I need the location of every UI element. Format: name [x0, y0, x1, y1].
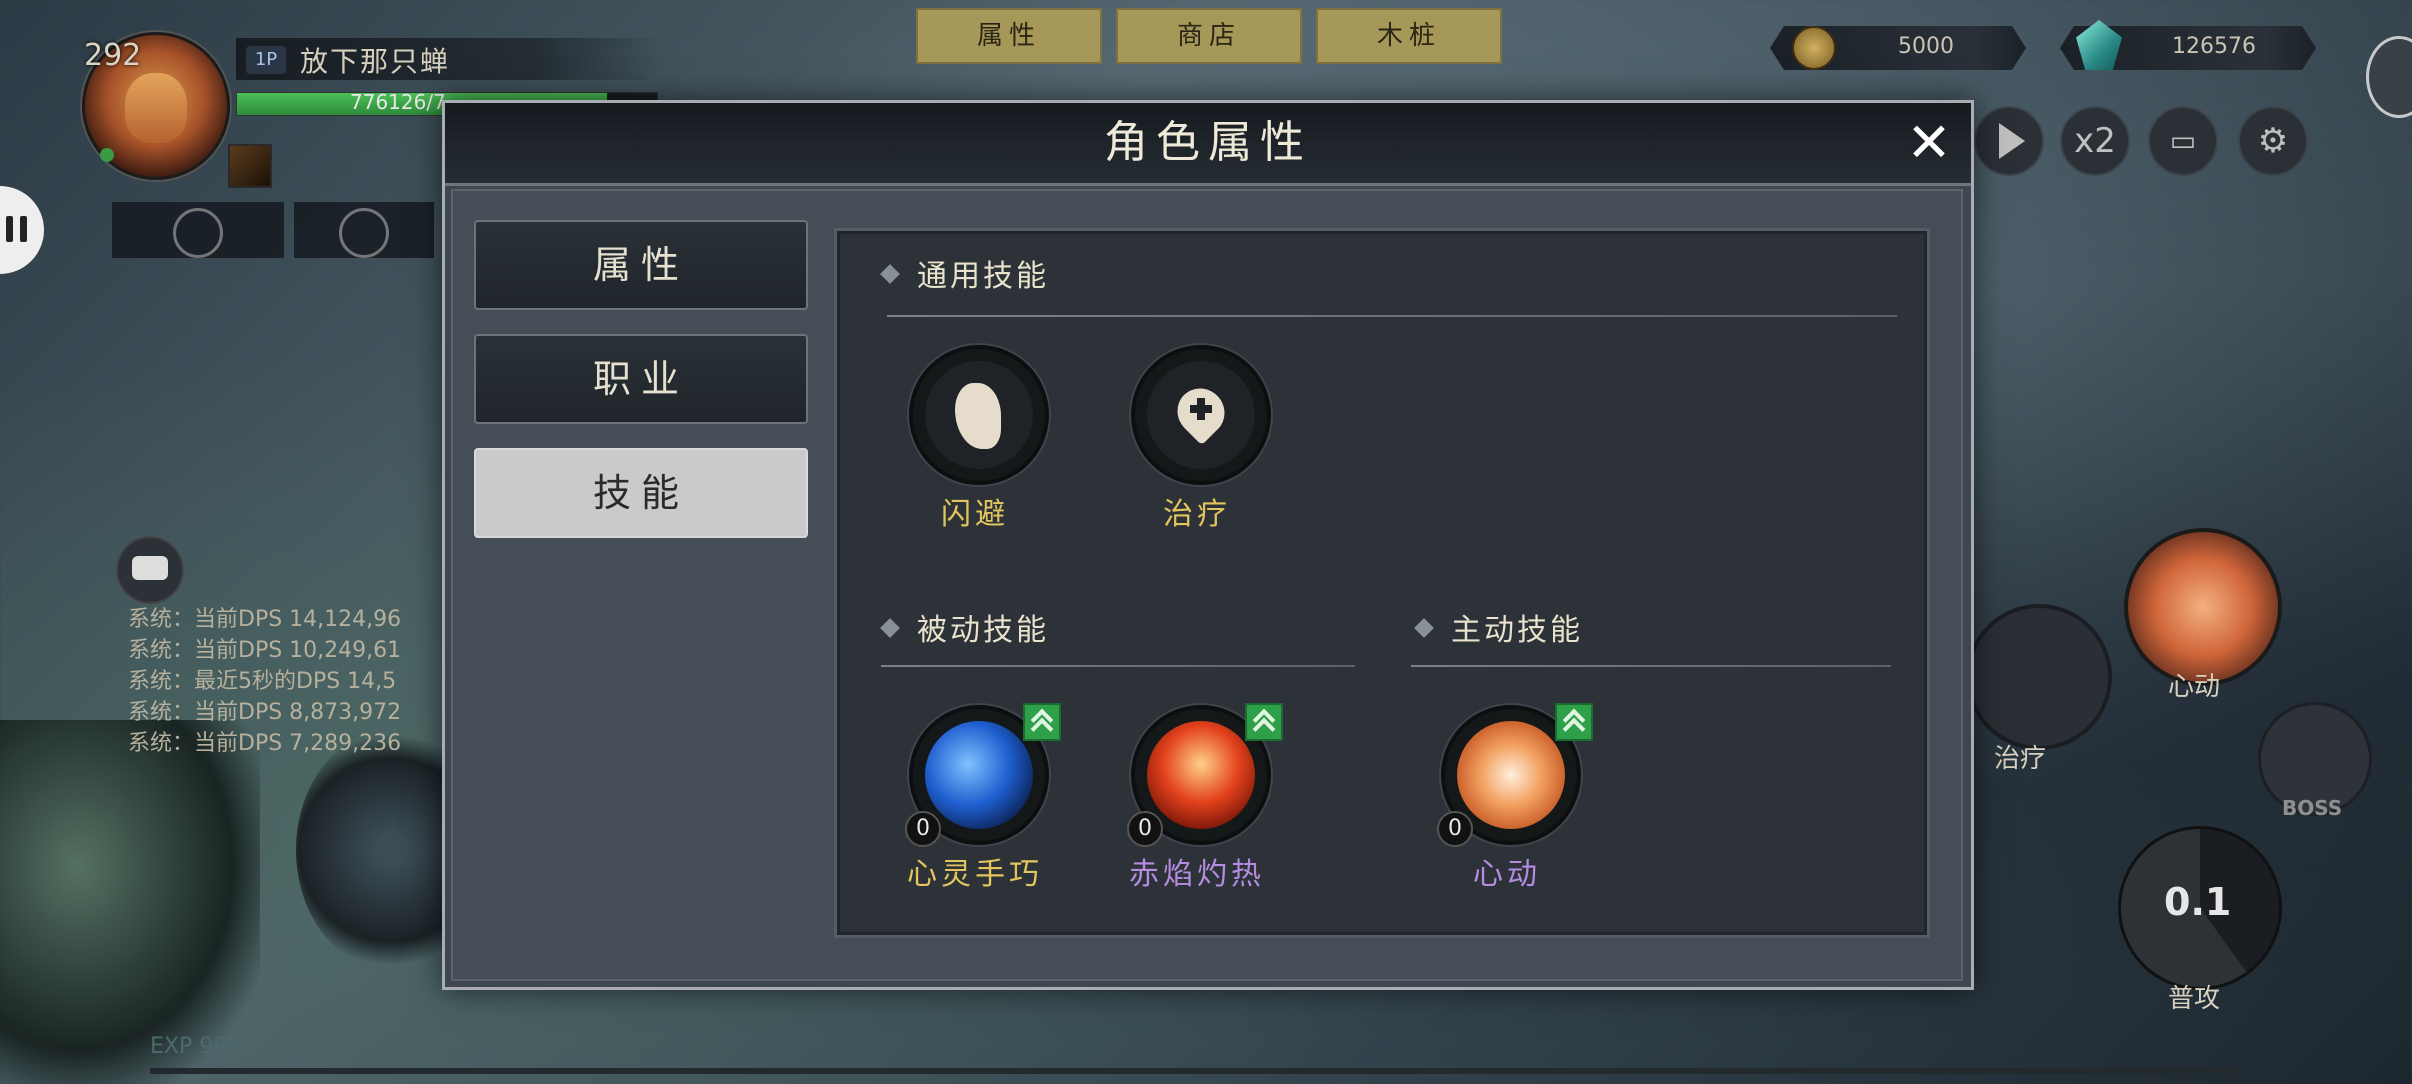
attack-label: 普攻: [2168, 984, 2221, 1014]
play-icon: [1999, 123, 2025, 159]
dodge-foot-icon: [925, 361, 1033, 469]
corner-menu-button[interactable]: [2366, 36, 2412, 118]
display-button[interactable]: ▭: [2148, 106, 2218, 176]
skill-dodge[interactable]: [909, 345, 1049, 485]
section-diamond-icon: [880, 264, 900, 284]
skill-name-xinling: 心灵手巧: [907, 857, 1043, 892]
avatar-face: [125, 73, 187, 143]
exp-bar: [150, 1068, 2242, 1074]
chat-line: 系统：当前DPS 10,249,61: [128, 638, 402, 663]
general-skills-title: 通用技能: [917, 259, 1049, 294]
chat-line: 系统：当前DPS 14,124,96: [128, 607, 402, 632]
hp-text: 776126/7: [350, 90, 446, 114]
skill-level-badge: 0: [1127, 811, 1163, 847]
glove-icon: [339, 208, 389, 258]
heal-skill-button[interactable]: [1966, 604, 2112, 750]
status-icon: [100, 148, 114, 162]
play-button[interactable]: [1974, 106, 2044, 176]
heal-skill-label: 治疗: [1994, 744, 2047, 774]
settings-button[interactable]: ⚙: [2238, 106, 2308, 176]
fire-dragon-icon: [1147, 721, 1255, 829]
foot-glyph: [955, 383, 1001, 449]
hud-tab-2[interactable]: [294, 202, 434, 258]
heart-swirl-icon: [1457, 721, 1565, 829]
tab-profession[interactable]: 职业: [474, 334, 808, 424]
blue-dash-icon: [925, 721, 1033, 829]
attack-cooldown: 0.1: [2164, 880, 2232, 924]
skill-level-badge: 0: [905, 811, 941, 847]
heart-skill-label: 心动: [2168, 672, 2221, 702]
chat-bubble-icon: [132, 556, 168, 580]
buff-icon[interactable]: [228, 144, 272, 188]
heart-skill-button[interactable]: [2124, 528, 2282, 686]
boss-label: BOSS: [2282, 796, 2343, 820]
coin-icon: [1792, 26, 1836, 70]
skill-name-xindong: 心动: [1473, 857, 1541, 892]
passive-skills-title: 被动技能: [917, 613, 1049, 648]
active-skills-title: 主动技能: [1451, 613, 1583, 648]
hud-tab-1[interactable]: [112, 202, 284, 258]
section-divider: [1411, 665, 1891, 667]
chat-log: 系统：当前DPS 14,124,96 系统：当前DPS 10,249,61 系统…: [128, 604, 458, 759]
skill-heal[interactable]: [1131, 345, 1271, 485]
section-divider: [887, 315, 1897, 317]
skill-level-badge: 0: [1437, 811, 1473, 847]
plus-glyph-v: [1197, 398, 1205, 420]
top-tab-attributes[interactable]: 属性: [916, 8, 1102, 64]
tab-skills[interactable]: 技能: [474, 448, 808, 538]
pause-button[interactable]: [0, 186, 44, 274]
skill-name-chiyan: 赤焰灼热: [1129, 857, 1265, 892]
dialog-title: 角色属性: [1104, 117, 1312, 168]
section-diamond-icon: [1414, 618, 1434, 638]
speed-button[interactable]: x2: [2060, 106, 2130, 176]
chat-button[interactable]: [116, 536, 184, 604]
close-button[interactable]: ✕: [1901, 115, 1957, 171]
upgrade-icon[interactable]: [1023, 703, 1061, 741]
chat-line: 系统：当前DPS 7,289,236: [128, 731, 402, 756]
top-tab-shop[interactable]: 商店: [1116, 8, 1302, 64]
chat-line: 系统：最近5秒的DPS 14,5: [128, 669, 397, 694]
skill-name-heal: 治疗: [1163, 497, 1231, 532]
coin-value: 5000: [1898, 34, 1954, 59]
background-lotus: [0, 720, 260, 1084]
player-level: 292: [84, 38, 142, 73]
player-tag: 1P: [246, 46, 286, 74]
hat-icon: [173, 208, 223, 258]
skill-name-dodge: 闪避: [941, 497, 1009, 532]
skills-panel: 通用技能 闪避 治疗 被动技能 0 心灵手巧 0 赤焰灼热 主动技能 0 心动: [834, 228, 1930, 938]
chat-line: 系统：当前DPS 8,873,972: [128, 700, 402, 725]
heal-heart-icon: [1147, 361, 1255, 469]
section-diamond-icon: [880, 618, 900, 638]
section-divider: [881, 665, 1355, 667]
exp-label: EXP 99%: [150, 1034, 249, 1059]
gem-value: 126576: [2172, 34, 2256, 59]
upgrade-icon[interactable]: [1245, 703, 1283, 741]
upgrade-icon[interactable]: [1555, 703, 1593, 741]
player-name: 放下那只蝉: [300, 45, 451, 78]
tab-attributes[interactable]: 属性: [474, 220, 808, 310]
top-tab-dummy[interactable]: 木桩: [1316, 8, 1502, 64]
